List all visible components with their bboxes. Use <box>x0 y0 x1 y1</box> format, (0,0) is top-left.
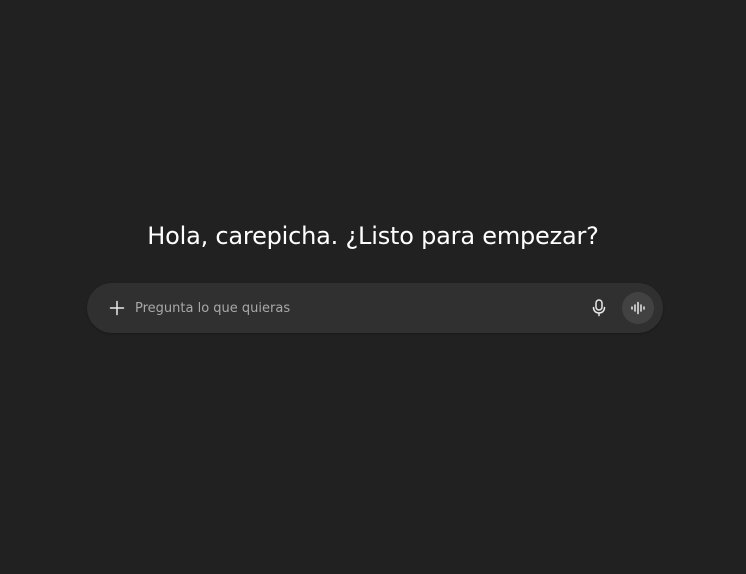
plus-icon <box>109 300 125 316</box>
greeting-heading: Hola, carepicha. ¿Listo para empezar? <box>147 222 599 250</box>
voice-waveform-icon <box>630 300 646 316</box>
voice-mode-button[interactable] <box>622 292 654 324</box>
dictate-button[interactable] <box>583 292 615 324</box>
microphone-icon <box>591 299 607 317</box>
prompt-input[interactable] <box>135 296 575 320</box>
prompt-composer <box>87 283 663 333</box>
attach-button[interactable] <box>99 290 135 326</box>
